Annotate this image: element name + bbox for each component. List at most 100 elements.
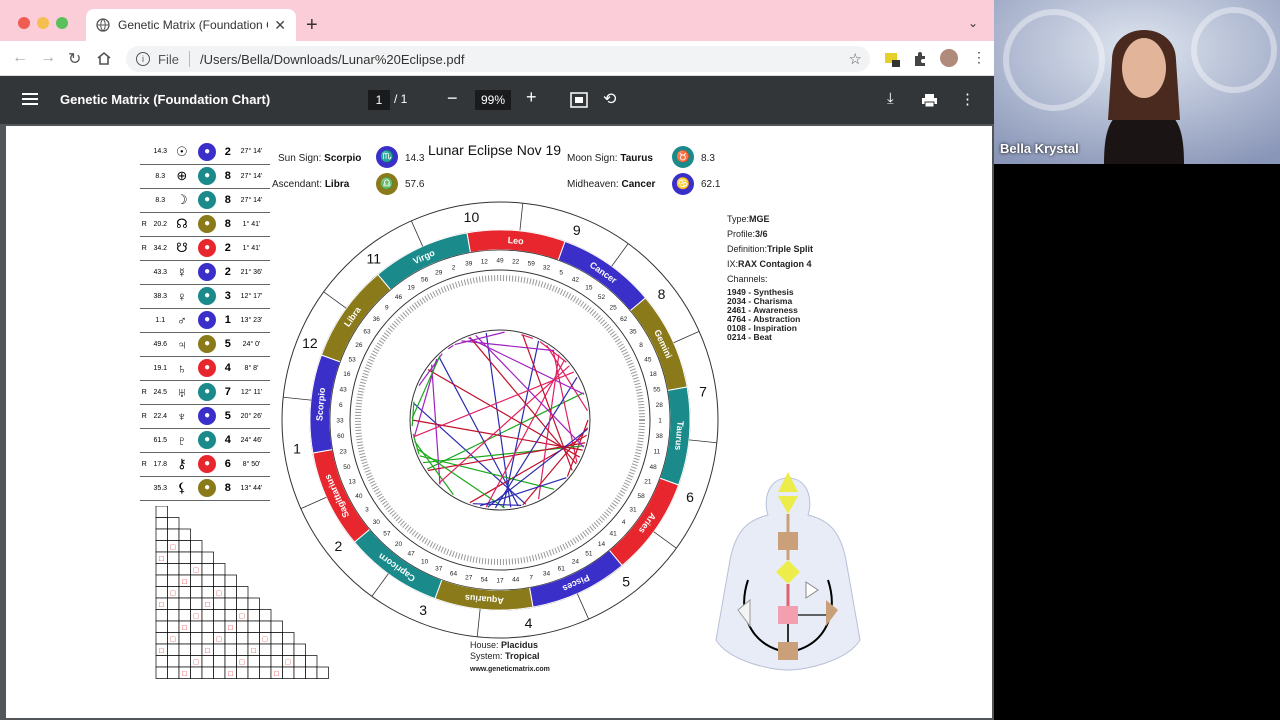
planet-line: 6 (222, 452, 233, 477)
forward-icon[interactable]: → (40, 49, 56, 67)
sign-badge-icon: ● (198, 479, 217, 497)
sign-badge-icon: ● (198, 239, 217, 257)
planet-row: 1.1 ♂ ● 1 13° 23' (140, 308, 270, 333)
home-icon[interactable] (96, 51, 112, 66)
svg-text:□: □ (171, 635, 176, 644)
sign-badge-icon: ● (198, 311, 217, 329)
planet-value: 19.1 (148, 356, 172, 381)
planet-line: 5 (222, 332, 233, 357)
zoom-out-button[interactable]: − (447, 88, 458, 109)
planet-line: 8 (222, 164, 233, 189)
gate-number: 64 (450, 571, 458, 578)
gate-number: 54 (481, 577, 489, 584)
browser-menu-icon[interactable]: ⋮ (972, 49, 986, 66)
more-options-icon[interactable]: ⋮ (960, 90, 975, 108)
planet-retro (140, 428, 149, 453)
planet-value: 43.3 (148, 260, 172, 285)
planet-glyph: ⚸ (171, 476, 192, 501)
zoom-input[interactable]: 99% (475, 90, 511, 110)
planet-degree: 24° 46' (232, 428, 270, 453)
planet-glyph: ♄ (171, 356, 192, 381)
reload-icon[interactable]: ↻ (68, 49, 81, 69)
rotate-icon[interactable]: ⟲ (603, 89, 616, 109)
gate-number: 17 (496, 578, 504, 585)
house-number: 10 (464, 209, 480, 225)
hd-channels-list: 1949 - Synthesis 2034 - Charisma 2461 - Aw… (727, 288, 800, 342)
svg-text:□: □ (171, 589, 176, 598)
house-number: 7 (699, 383, 707, 399)
planet-value: 8.3 (148, 188, 172, 213)
house-number: 6 (686, 489, 694, 505)
gate-number: 22 (512, 258, 520, 265)
sun-value: 14.3 (405, 153, 425, 164)
planet-sign-badge: ● (191, 308, 223, 333)
webcam-image (994, 0, 1280, 164)
planet-value: 20.2 (148, 212, 172, 237)
browser-toolbar: ← → ↻ i File /Users/Bella/Downloads/Luna… (0, 41, 994, 76)
address-bar[interactable]: i File /Users/Bella/Downloads/Lunar%20Ec… (126, 46, 870, 72)
info-icon[interactable]: i (136, 52, 150, 66)
zoom-in-button[interactable]: + (526, 87, 537, 108)
extension-badge-icon[interactable] (884, 51, 900, 67)
close-window-button[interactable] (18, 17, 30, 29)
planet-row: 8.3 ☽ ● 8 27° 14' (140, 188, 270, 213)
fit-page-icon[interactable] (570, 92, 588, 108)
profile-avatar[interactable] (940, 49, 958, 67)
sign-badge-icon: ● (198, 287, 217, 305)
download-icon[interactable]: ⤓ (887, 90, 894, 107)
page-number-input[interactable]: 1 (368, 90, 390, 110)
tab-search-icon[interactable]: ⌄ (968, 16, 978, 30)
gate-number: 18 (649, 371, 657, 378)
sign-badge-icon: ● (198, 455, 217, 473)
planet-sign-badge: ● (191, 164, 223, 189)
root-center (778, 642, 798, 660)
planet-glyph: ☋ (171, 236, 192, 261)
planet-value: 34.2 (148, 236, 172, 261)
planet-retro (140, 260, 149, 285)
gate-number: 59 (528, 261, 536, 268)
gate-number: 13 (349, 479, 357, 486)
planet-row: 14.3 ☉ ● 2 27° 14' (140, 140, 270, 165)
print-icon[interactable] (921, 93, 938, 108)
gate-number: 19 (407, 284, 415, 291)
planet-line: 7 (222, 380, 233, 405)
planet-degree: 8° 50' (232, 452, 270, 477)
gate-number: 56 (421, 276, 429, 283)
gate-number: 11 (654, 449, 661, 456)
new-tab-button[interactable]: + (306, 15, 318, 35)
planet-glyph: ☽ (171, 188, 192, 213)
planet-degree: 24° 0' (232, 332, 270, 357)
planet-sign-badge: ● (191, 188, 223, 213)
extensions-puzzle-icon[interactable] (912, 51, 928, 67)
libra-icon: ♎ (376, 173, 398, 195)
sign-badge-icon: ● (198, 335, 217, 353)
minimize-window-button[interactable] (37, 17, 49, 29)
website-url: www.geneticmatrix.com (470, 666, 550, 673)
planet-degree: 27° 14' (232, 164, 270, 189)
gate-number: 50 (343, 464, 351, 471)
tab-close-icon[interactable]: ✕ (274, 17, 286, 34)
planet-retro (140, 308, 149, 333)
back-icon[interactable]: ← (12, 49, 28, 67)
bookmark-star-icon[interactable]: ☆ (849, 50, 862, 68)
planet-value: 24.5 (148, 380, 172, 405)
astrology-wheel: Cancer10Gemini9Taurus8Aries7Pisces6Aquar… (281, 201, 719, 639)
gate-number: 31 (629, 506, 637, 513)
hd-channels-label: Channels: (727, 274, 768, 284)
planet-retro: R (140, 452, 149, 477)
hd-type: Type:MGE (727, 214, 770, 224)
planet-retro: R (140, 380, 149, 405)
planet-value: 17.8 (148, 452, 172, 477)
planet-row: 19.1 ♄ ● 4 8° 8' (140, 356, 270, 381)
maximize-window-button[interactable] (56, 17, 68, 29)
moon-value: 8.3 (701, 153, 715, 164)
gate-number: 21 (644, 479, 652, 486)
pdf-canvas[interactable]: 14.3 ☉ ● 2 27° 14' 8.3 ⊕ ● 8 27° 14' 8.3 ☽ ● 8 27° 14'… (0, 124, 994, 720)
gate-number: 15 (585, 284, 593, 291)
planet-degree: 1° 41' (232, 212, 270, 237)
planet-retro (140, 476, 149, 501)
sidebar-menu-icon[interactable] (22, 93, 38, 108)
gate-number: 23 (339, 449, 347, 456)
sun-sign-label: Sun Sign: Scorpio (278, 153, 362, 164)
browser-tab[interactable]: Genetic Matrix (Foundation Ch ✕ (86, 9, 296, 41)
